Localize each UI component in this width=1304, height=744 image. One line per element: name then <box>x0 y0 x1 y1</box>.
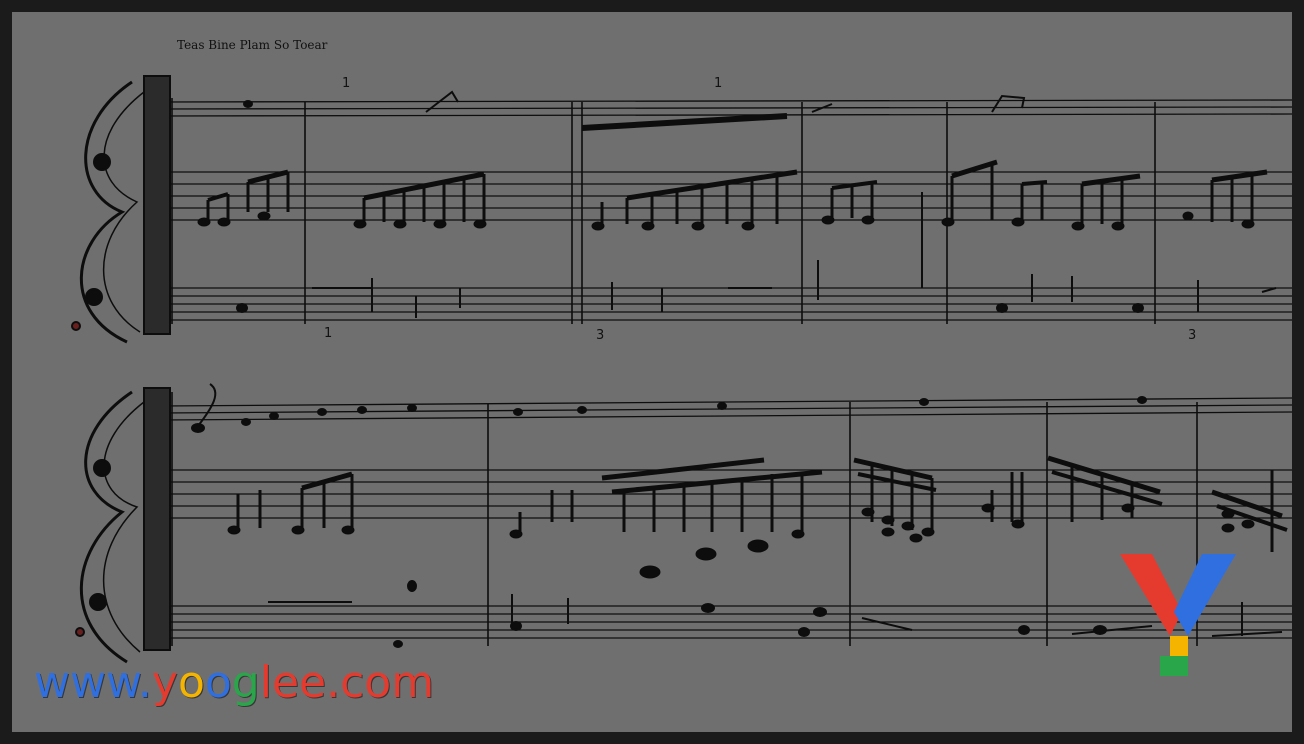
note-group <box>227 471 355 535</box>
clef-brace-icon <box>71 75 171 344</box>
note-group <box>197 169 290 227</box>
watermark-url-part: o <box>177 657 205 708</box>
watermark-url-part: o <box>204 657 232 708</box>
system-1-barlines <box>171 98 1156 324</box>
clef-brace-icon <box>75 387 171 664</box>
note-group <box>581 113 798 231</box>
note-group <box>821 180 878 225</box>
watermark-url-part: g <box>231 657 260 708</box>
watermark-url: www.yooglee.com <box>34 657 434 708</box>
note-group <box>509 457 823 579</box>
image-frame: Teas Bine Plam So Toear 1 1 1 3 3 www.yo… <box>0 0 1304 744</box>
yooglee-y-logo-icon <box>1120 554 1236 676</box>
note-group <box>236 90 1277 318</box>
sheet-music-page: Teas Bine Plam So Toear 1 1 1 3 3 www.yo… <box>12 12 1292 732</box>
music-score-drawing <box>71 75 1292 664</box>
watermark-url-part: y <box>151 657 178 708</box>
watermark-url-part: lee.com <box>259 657 435 708</box>
watermark-url-part: www. <box>34 657 152 708</box>
note-group <box>853 457 937 543</box>
